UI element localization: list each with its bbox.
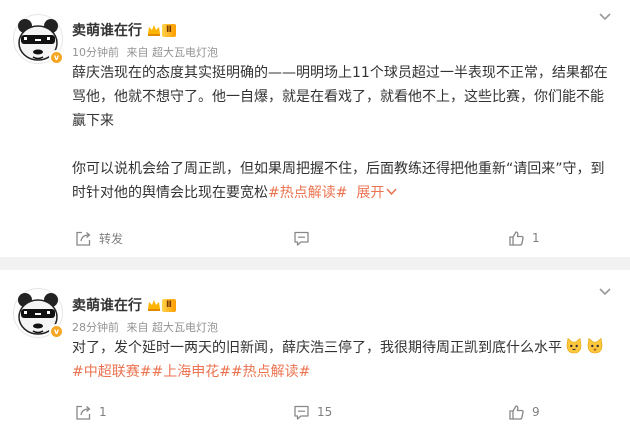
post-meta: 28分钟前 来自 超大瓦电灯泡: [72, 319, 218, 335]
crown-icon: [148, 300, 160, 311]
post-content: 薛庆浩现在的态度其实挺明确的——明明场上11个球员超过一半表现不正常，结果都在骂…: [72, 61, 617, 205]
avatar[interactable]: v: [13, 14, 64, 65]
post-source: 来自 超大瓦电灯泡: [126, 321, 219, 334]
author-row: 卖萌谁在行 Ⅱ: [72, 20, 176, 40]
chevron-down-icon[interactable]: [598, 12, 612, 22]
cat-emoji-icon: [587, 337, 603, 354]
verified-badge-icon: v: [49, 324, 64, 339]
comment-icon: [294, 231, 309, 246]
thumbs-up-icon: [509, 230, 524, 246]
weibo-post: v 卖萌谁在行 Ⅱ 28分钟前 来自 超大瓦电灯泡 对了，发个延时一两天的旧新闻…: [0, 270, 630, 427]
chevron-down-icon[interactable]: [598, 287, 612, 297]
post-separator: [0, 257, 630, 270]
post-content: 对了，发个延时一两天的旧新闻，薛庆浩三停了，我很期待周正凯到底什么水平 #中超联…: [72, 336, 617, 384]
thumbs-up-icon: [509, 404, 524, 420]
share-icon: [76, 405, 91, 420]
share-button[interactable]: 转发: [75, 226, 123, 250]
chevron-down-icon: [386, 188, 397, 196]
verified-badge-icon: v: [49, 50, 64, 65]
like-count: 1: [532, 231, 540, 245]
level-badge: Ⅱ: [162, 298, 176, 312]
like-button[interactable]: 9: [508, 400, 540, 424]
crown-icon: [148, 25, 160, 36]
share-icon: [76, 231, 91, 246]
topic-tag[interactable]: #热点解读#: [268, 185, 347, 201]
share-count: 1: [99, 405, 107, 419]
post-time[interactable]: 10分钟前: [72, 46, 119, 59]
topic-tags[interactable]: #中超联赛##上海申花##热点解读#: [72, 360, 617, 384]
cat-emoji-icon: [566, 337, 582, 354]
like-button[interactable]: 1: [508, 226, 540, 250]
post-paragraph: 薛庆浩现在的态度其实挺明确的——明明场上11个球员超过一半表现不正常，结果都在骂…: [72, 65, 608, 129]
action-bar: 转发 1: [0, 226, 630, 250]
comment-icon: [294, 405, 309, 420]
author-row: 卖萌谁在行 Ⅱ: [72, 295, 176, 315]
comment-button[interactable]: 15: [293, 400, 332, 424]
share-label: 转发: [99, 231, 124, 246]
avatar[interactable]: v: [13, 288, 64, 339]
post-paragraph: 对了，发个延时一两天的旧新闻，薛庆浩三停了，我很期待周正凯到底什么水平: [72, 336, 617, 360]
like-count: 9: [532, 405, 540, 419]
weibo-post: v 卖萌谁在行 Ⅱ 10分钟前 来自 超大瓦电灯泡 薛庆浩现在的态度其实挺明确的…: [0, 0, 630, 257]
expand-link[interactable]: 展开: [347, 185, 397, 201]
username[interactable]: 卖萌谁在行: [72, 295, 142, 315]
username[interactable]: 卖萌谁在行: [72, 20, 142, 40]
post-paragraph: 你可以说机会给了周正凯，但如果周把握不住，后面教练还得把他重新“请回来”守，到时…: [72, 161, 605, 201]
comment-count: 15: [317, 405, 333, 419]
action-bar: 1 15 9: [0, 400, 630, 424]
post-meta: 10分钟前 来自 超大瓦电灯泡: [72, 44, 218, 60]
level-badge: Ⅱ: [162, 23, 176, 37]
share-button[interactable]: 1: [75, 400, 107, 424]
comment-button[interactable]: [293, 226, 317, 250]
post-time[interactable]: 28分钟前: [72, 321, 119, 334]
post-source: 来自 超大瓦电灯泡: [126, 46, 219, 59]
